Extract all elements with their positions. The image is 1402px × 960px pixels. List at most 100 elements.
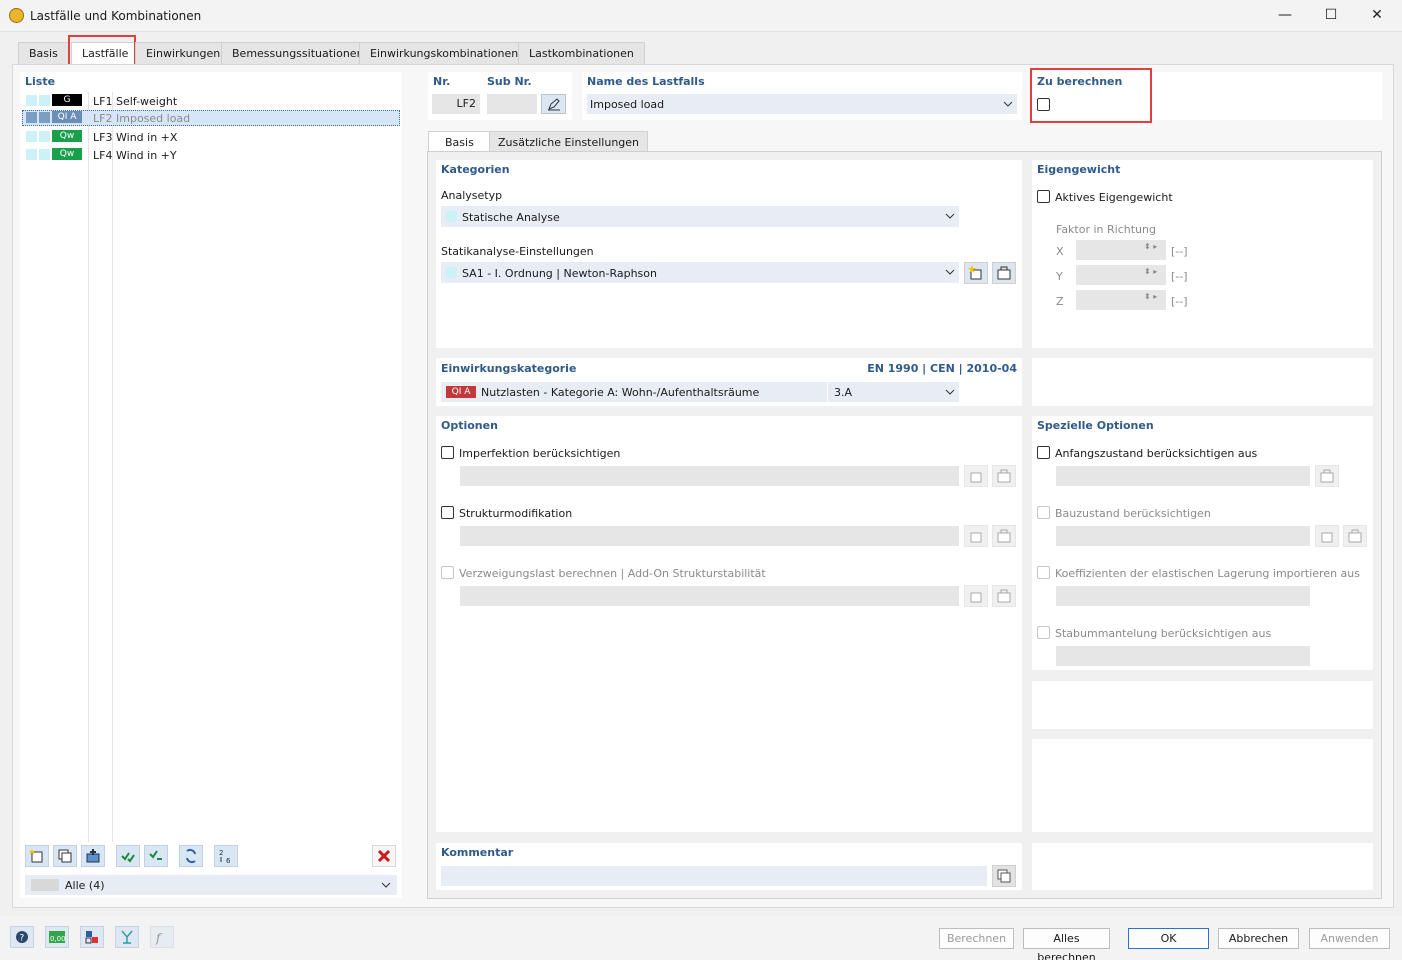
axis-y-label: Y [1056,270,1063,283]
new-icon[interactable] [964,585,988,607]
anwenden-button[interactable]: Anwenden [1309,928,1390,949]
bauzustand-checkbox[interactable] [1037,506,1050,519]
loadcase-name: Imposed load [116,112,191,125]
edit-icon[interactable] [1315,465,1339,487]
unit-label: [--] [1171,245,1188,258]
strukturmod-checkbox[interactable] [441,506,454,519]
edit-icon[interactable] [992,585,1016,607]
stabummantelung-field[interactable] [1056,646,1310,666]
list-item[interactable]: Qw LF4 Wind in +Y [22,147,400,163]
new-icon[interactable] [964,465,988,487]
close-window-button[interactable]: ✕ [1354,0,1400,32]
bauzustand-field[interactable] [1056,526,1310,546]
display-icon[interactable] [80,926,104,948]
edit-icon[interactable] [541,94,566,114]
copy-loadcase-icon[interactable] [53,845,77,867]
anfangszustand-checkbox[interactable] [1037,446,1050,459]
filter-value: Alle (4) [65,879,105,892]
edit-icon[interactable] [1343,525,1367,547]
svg-text:0,00: 0,00 [50,935,66,943]
loadcase-id: LF4 [93,149,113,162]
verzweigung-field[interactable] [460,586,959,606]
list-item[interactable]: Qw LF3 Wind in +X [22,129,400,145]
name-dropdown[interactable]: Imposed load [587,94,1017,114]
chevron-down-icon [945,389,955,395]
delete-icon[interactable] [372,845,396,867]
category-badge: G [52,94,82,106]
renumber-icon[interactable] [179,845,203,867]
imperfektion-checkbox[interactable] [441,446,454,459]
strukturmod-label: Strukturmodifikation [459,507,573,520]
chevron-down-icon [945,269,955,275]
einwirkung-dropdown[interactable]: QI A Nutzlasten - Kategorie A: Wohn-/Auf… [441,382,959,402]
color-swatch [26,112,37,123]
new-icon[interactable] [964,525,988,547]
strukturmod-field[interactable] [460,526,959,546]
list-title: Liste [25,75,56,88]
unit-label: [--] [1171,295,1188,308]
dropdown-divider [827,382,828,402]
norm-label: EN 1990 | CEN | 2010-04 [867,362,1017,375]
sort-icon[interactable]: 26 [214,845,238,867]
new-icon[interactable] [1315,525,1339,547]
tab-einwirkungen[interactable]: Einwirkungen [135,42,232,64]
tab-einwirkungskombinationen[interactable]: Einwirkungskombinationen [359,42,530,64]
model-icon[interactable] [115,926,139,948]
new-settings-icon[interactable] [964,262,988,284]
tab-lastkombinationen[interactable]: Lastkombinationen [518,42,645,64]
koeffizienten-checkbox[interactable] [1037,566,1050,579]
comment-library-icon[interactable] [992,865,1016,887]
alles-berechnen-button[interactable]: Alles berechnen [1023,928,1110,960]
list-item-selected[interactable]: QI A LF2 Imposed load [22,110,400,126]
edit-icon[interactable] [992,525,1016,547]
kommentar-title: Kommentar [441,846,514,859]
insert-loadcase-icon[interactable] [81,845,105,867]
edit-icon[interactable] [992,465,1016,487]
factor-x-input[interactable]: ⬍ ▸ [1076,240,1166,260]
color-swatch [39,149,50,160]
list-item[interactable]: G LF1 Self-weight [22,93,400,109]
factor-z-input[interactable]: ⬍ ▸ [1076,290,1166,310]
koeffizienten-field[interactable] [1056,586,1310,606]
ok-button[interactable]: OK [1128,928,1209,949]
subtab-zusaetzliche[interactable]: Zusätzliche Einstellungen [489,131,649,152]
loadcase-id: LF3 [93,131,113,144]
imperfektion-field[interactable] [460,466,959,486]
edit-settings-icon[interactable] [992,262,1016,284]
berechnen-button[interactable]: Berechnen [939,928,1014,949]
abbrechen-button[interactable]: Abbrechen [1218,928,1299,949]
axis-z-label: Z [1056,295,1064,308]
tab-basis[interactable]: Basis [18,42,69,64]
stabummantelung-checkbox[interactable] [1037,626,1050,639]
minimize-button[interactable]: — [1262,0,1308,32]
help-icon[interactable]: ? [10,926,34,948]
highlight-calc [1030,68,1152,123]
tab-bemessungssituationen[interactable]: Bemessungssituationen [221,42,375,64]
title-bar: Lastfälle und Kombinationen — ☐ ✕ [0,0,1402,32]
factor-label: Faktor in Richtung [1056,223,1156,236]
stabummantelung-label: Stabummantelung berücksichtigen aus [1055,627,1272,640]
units-icon[interactable]: 0,00 [45,926,69,948]
maximize-button[interactable]: ☐ [1308,0,1354,32]
filter-dropdown[interactable]: Alle (4) [25,875,397,895]
nr-field[interactable]: LF2 [432,94,480,114]
new-loadcase-icon[interactable] [25,845,49,867]
analysetyp-dropdown[interactable]: Statische Analyse [441,206,959,227]
settings-dropdown[interactable]: SA1 - I. Ordnung | Newton-Raphson [441,262,959,283]
function-icon[interactable]: f [150,926,174,948]
verzweigung-checkbox[interactable] [441,566,454,579]
eigengewicht-panel: Eigengewicht Aktives Eigengewicht Faktor… [1032,160,1373,348]
anfangszustand-field[interactable] [1056,466,1310,486]
kommentar-field[interactable] [441,866,987,886]
check-all-icon[interactable] [116,845,140,867]
subtab-basis[interactable]: Basis [428,131,491,152]
color-swatch [446,211,457,222]
imperfektion-label: Imperfektion berücksichtigen [459,447,621,460]
empty-panel [1032,358,1373,406]
optionen-title: Optionen [441,419,498,432]
einwirkung-value: Nutzlasten - Kategorie A: Wohn-/Aufentha… [481,386,760,399]
subnr-field[interactable] [487,94,537,114]
eigengewicht-checkbox[interactable] [1037,190,1050,203]
uncheck-icon[interactable] [144,845,168,867]
factor-y-input[interactable]: ⬍ ▸ [1076,265,1166,285]
